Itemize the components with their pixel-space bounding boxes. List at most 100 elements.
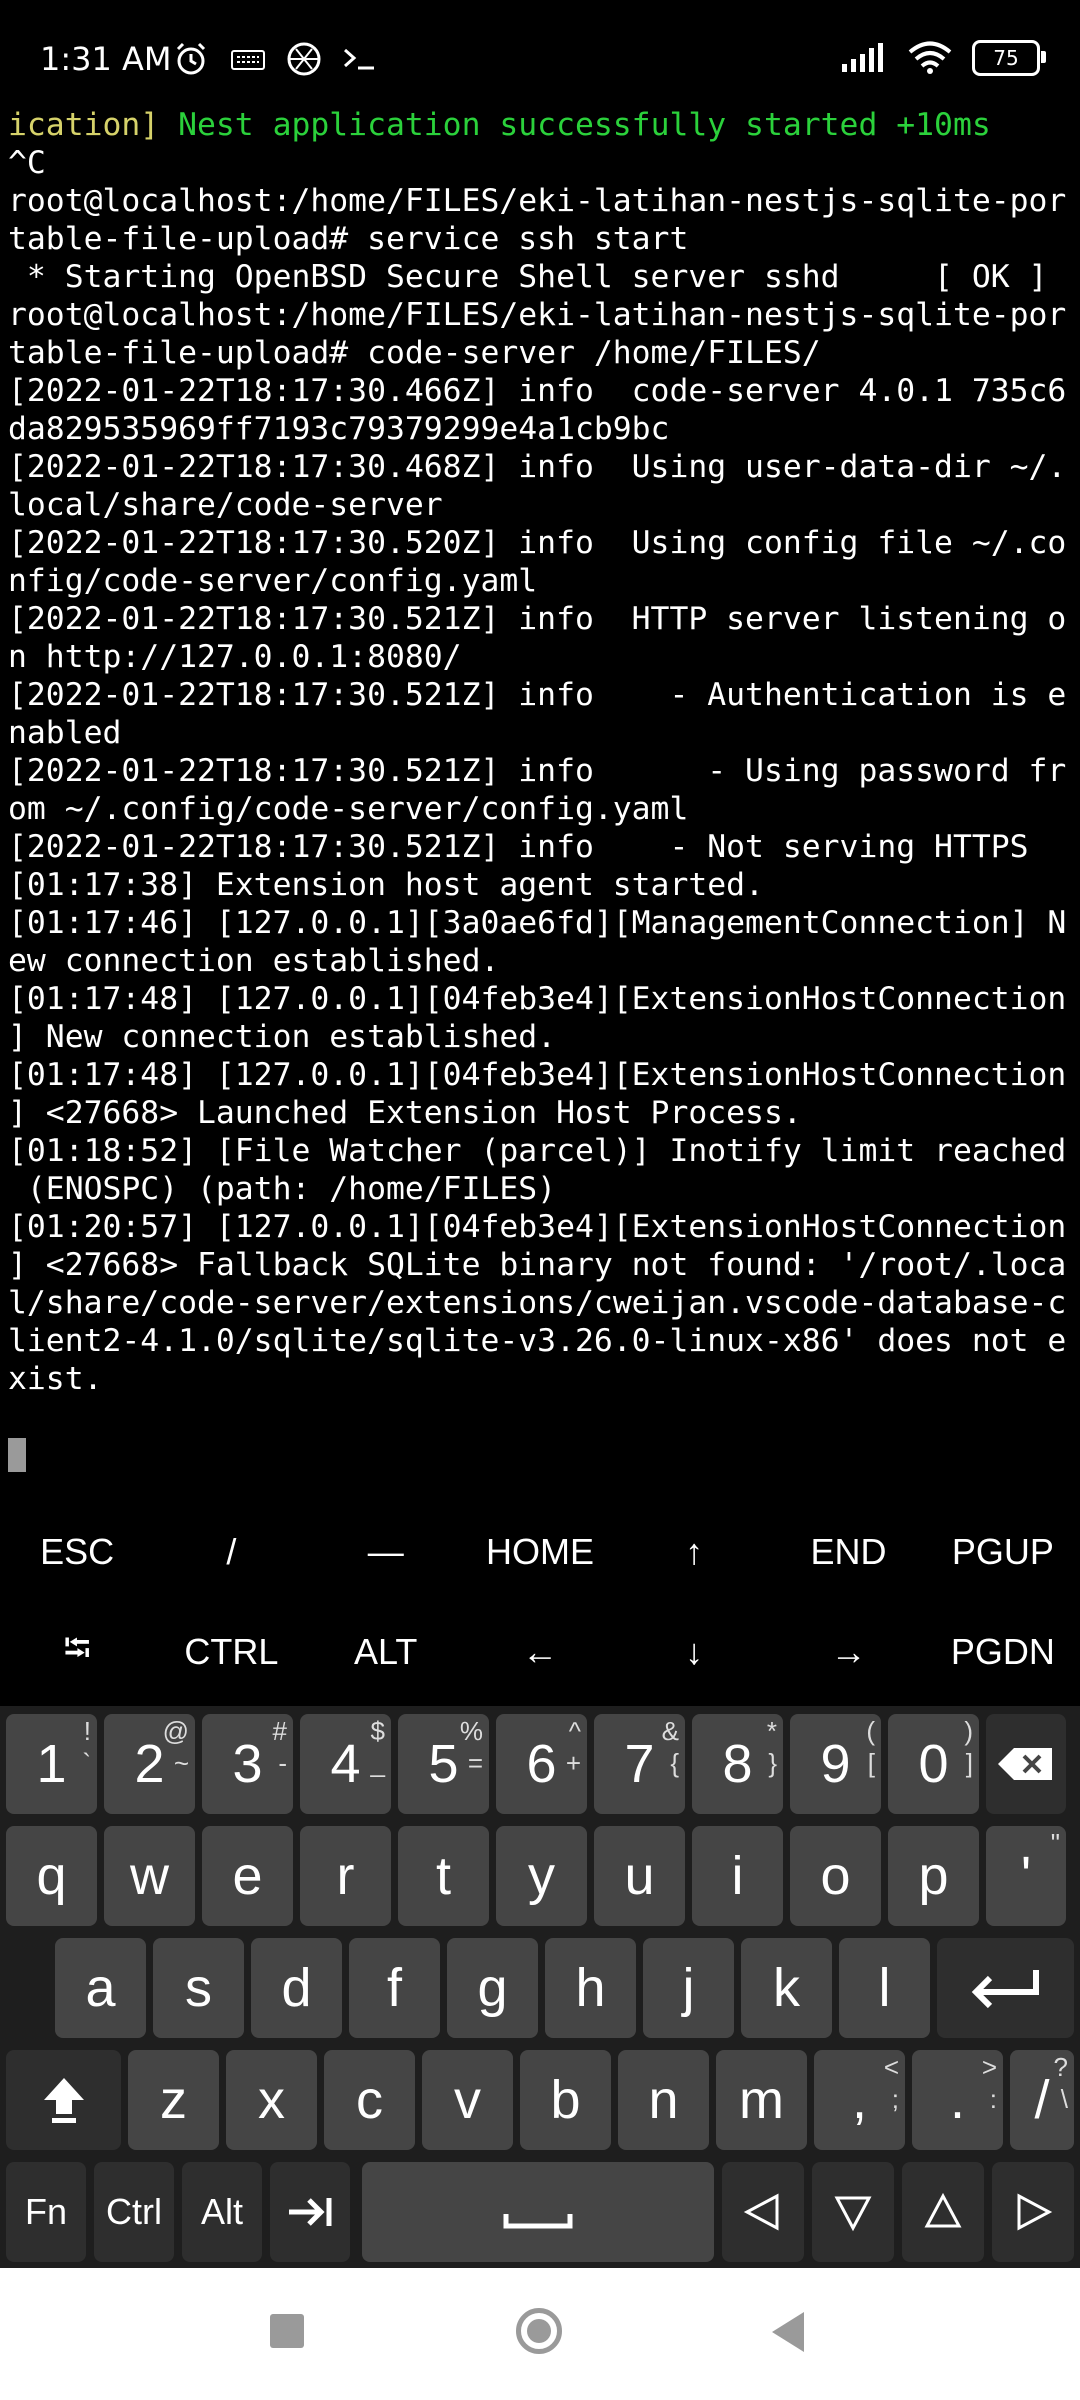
letter-key[interactable]: v [422, 2050, 513, 2150]
letter-key-label: z [160, 2070, 187, 2130]
number-key[interactable]: 0)] [888, 1714, 979, 1814]
extra-key[interactable]: / [154, 1502, 308, 1602]
key-tertiary-char: { [670, 1748, 679, 1778]
letter-key[interactable]: q [6, 1826, 97, 1926]
number-key[interactable]: 8 *} [692, 1714, 783, 1814]
letter-key[interactable]: g [447, 1938, 538, 2038]
letter-key[interactable]: u [594, 1826, 685, 1926]
letter-key[interactable]: c [324, 2050, 415, 2150]
letter-key[interactable]: m [716, 2050, 807, 2150]
key-tertiary-char: - [278, 1748, 287, 1778]
letter-key[interactable]: d [251, 1938, 342, 2038]
letter-key[interactable]: s [153, 1938, 244, 2038]
terminal-output[interactable]: ication] Nest application successfully s… [8, 106, 1074, 1486]
letter-key-label: e [232, 1846, 263, 1906]
fn-key[interactable]: Fn [6, 2162, 86, 2262]
number-key-label: 0 [918, 1734, 949, 1794]
arrow-left-key[interactable] [722, 2162, 804, 2262]
terminal-line: om ~/.config/code-server/config.yaml [8, 791, 689, 827]
ctrl-key[interactable]: Ctrl [94, 2162, 174, 2262]
extra-key[interactable]: ↑ [617, 1502, 771, 1602]
space-key[interactable] [362, 2162, 714, 2262]
arrow-down-key[interactable] [812, 2162, 894, 2262]
letter-key[interactable]: l [839, 1938, 930, 2038]
number-key-label: 3 [232, 1734, 263, 1794]
extra-key[interactable]: END [771, 1502, 925, 1602]
arrow-up-key[interactable] [902, 2162, 984, 2262]
letter-key-label: r [336, 1846, 355, 1906]
fn-key-label: Fn [24, 2191, 67, 2232]
key-tertiary-char: ` [82, 1748, 91, 1778]
key-secondary-char: " [1050, 1828, 1060, 1858]
number-key-label: 9 [820, 1734, 851, 1794]
letter-key[interactable]: p [888, 1826, 979, 1926]
letter-key-label: y [528, 1846, 555, 1906]
alarm-icon [176, 42, 206, 75]
period-key[interactable]: . >: [912, 2050, 1003, 2150]
extra-key[interactable]: ⭾ [0, 1602, 154, 1702]
letter-key[interactable]: k [741, 1938, 832, 2038]
letter-key[interactable]: z [128, 2050, 219, 2150]
letter-key[interactable]: i [692, 1826, 783, 1926]
back-button[interactable] [772, 2312, 804, 2352]
arrow-right-key[interactable] [992, 2162, 1074, 2262]
letter-key[interactable]: w [104, 1826, 195, 1926]
comma-key[interactable]: , <; [814, 2050, 905, 2150]
extra-key[interactable]: — [309, 1502, 463, 1602]
terminal-line: xist. [8, 1361, 103, 1397]
battery-icon: 75 [972, 40, 1046, 76]
slash-key[interactable]: /? \ [1010, 2050, 1074, 2150]
number-key[interactable]: 5% = [398, 1714, 489, 1814]
enter-key[interactable] [937, 1938, 1074, 2038]
extra-key[interactable]: ALT [309, 1602, 463, 1702]
extra-key[interactable]: → [771, 1602, 925, 1702]
letter-key[interactable]: h [545, 1938, 636, 2038]
backspace-key[interactable] [986, 1714, 1066, 1814]
shift-key[interactable] [6, 2050, 121, 2150]
letter-key-label: t [435, 1846, 451, 1906]
letter-key[interactable]: f [349, 1938, 440, 2038]
number-key[interactable]: 7 &{ [594, 1714, 685, 1814]
number-key[interactable]: 3 # - [202, 1714, 293, 1814]
number-key[interactable]: 9 ([ [790, 1714, 881, 1814]
aperture-icon [287, 42, 321, 76]
extra-key[interactable]: PGDN [926, 1602, 1080, 1702]
letter-key[interactable]: x [226, 2050, 317, 2150]
letter-key[interactable]: o [790, 1826, 881, 1926]
extra-key[interactable]: ↓ [617, 1602, 771, 1702]
letter-key[interactable]: r [300, 1826, 391, 1926]
terminal-line: [2022-01-22T18:17:30.466Z] info code-ser… [8, 373, 1067, 409]
home-button[interactable] [516, 2308, 562, 2354]
terminal-line: [01:17:38] Extension host agent started. [8, 867, 764, 903]
extra-key[interactable]: PGUP [926, 1502, 1080, 1602]
number-key[interactable]: 4 $ _ [300, 1714, 391, 1814]
extra-key[interactable]: HOME [463, 1502, 617, 1602]
letter-key-label: c [356, 2070, 383, 2130]
letter-key[interactable]: n [618, 2050, 709, 2150]
letter-key[interactable]: j [643, 1938, 734, 2038]
letter-key[interactable]: b [520, 2050, 611, 2150]
terminal-line: [01:20:57] [127.0.0.1][04feb3e4][Extensi… [8, 1209, 1067, 1245]
key-secondary-char: * [766, 1716, 777, 1746]
tab-key[interactable] [270, 2162, 350, 2262]
quote-key[interactable]: ' " [986, 1826, 1066, 1926]
number-key[interactable]: 1! ` [6, 1714, 97, 1814]
extra-key[interactable]: CTRL [154, 1602, 308, 1702]
letter-key[interactable]: a [55, 1938, 146, 2038]
extra-key[interactable]: ← [463, 1602, 617, 1702]
letter-key-label: s [185, 1958, 212, 2018]
tab-icon [289, 2198, 332, 2226]
terminal-line: [2022-01-22T18:17:30.521Z] info - Not se… [8, 829, 1029, 865]
recents-button[interactable] [270, 2314, 304, 2348]
letter-key[interactable]: e [202, 1826, 293, 1926]
key-tertiary-char: _ [370, 1748, 385, 1778]
extra-key[interactable]: ESC [0, 1502, 154, 1602]
key-secondary-char: # [272, 1716, 287, 1746]
letter-key[interactable]: t [398, 1826, 489, 1926]
alt-key-label: Alt [200, 2191, 243, 2232]
status-time: 1:31 AM [40, 40, 172, 78]
number-key[interactable]: 2 @ ~ [104, 1714, 195, 1814]
alt-key[interactable]: Alt [182, 2162, 262, 2262]
letter-key[interactable]: y [496, 1826, 587, 1926]
number-key[interactable]: 6 ^ + [496, 1714, 587, 1814]
